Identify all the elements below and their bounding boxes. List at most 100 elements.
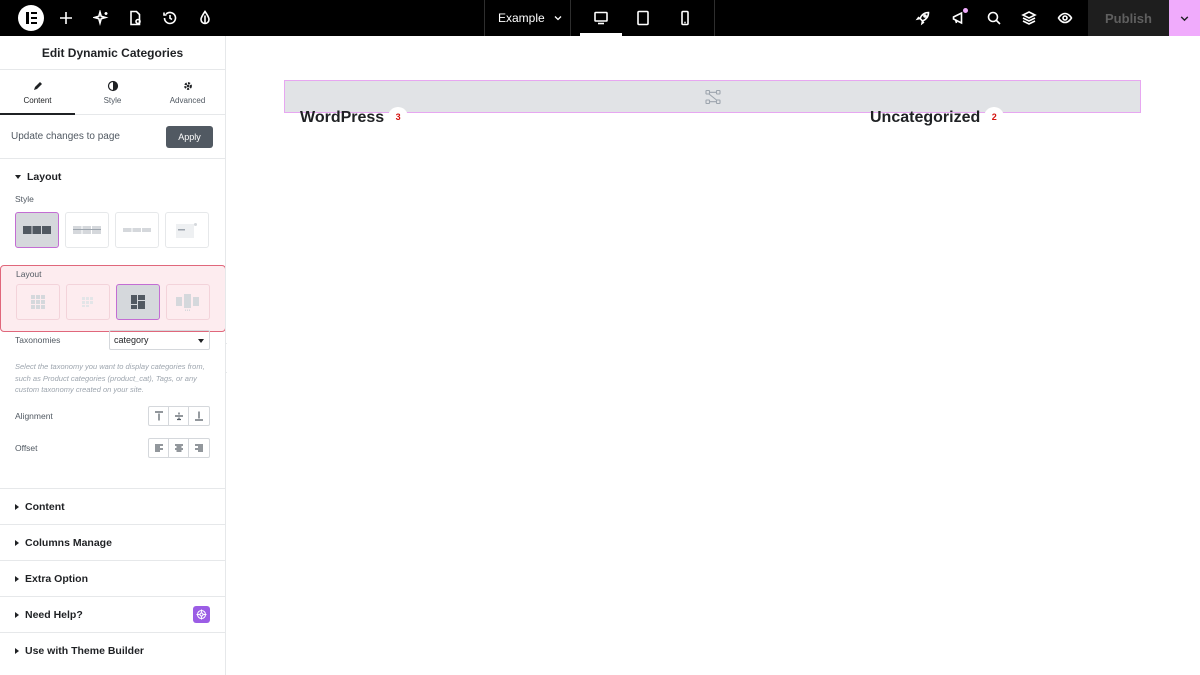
offset-buttons [148,438,210,458]
caret-right-icon [15,647,19,654]
text-align-center-icon [174,444,183,452]
panel-tabs: Content Style Advanced [0,70,225,115]
caret-right-icon [15,503,19,510]
alignment-label: Alignment [15,411,53,421]
widget-placeholder[interactable] [284,80,1141,113]
style-preview-icon [123,228,151,232]
category-name: Uncategorized [870,109,981,126]
tab-content-label: Content [23,95,52,105]
section-title: Columns Manage [25,536,112,549]
gear-icon [183,81,192,90]
ai-sparkle-icon[interactable] [91,8,111,28]
caret-right-icon [15,539,19,546]
tablet-device-icon[interactable] [633,8,653,28]
editor-panel: Edit Dynamic Categories Content Style Ad… [0,36,226,675]
compact-grid-layout-icon [82,297,93,307]
align-bottom-button[interactable] [189,407,209,425]
caret-right-icon [15,575,19,582]
section-columns-manage-header[interactable]: Columns Manage [0,524,225,560]
desktop-device-icon[interactable] [591,8,611,28]
caret-right-icon [15,611,19,618]
page-selector[interactable]: Example [498,0,563,36]
masonry-layout-icon [131,295,145,309]
layout-option-grid[interactable] [16,284,60,320]
help-support-icon[interactable] [193,606,210,623]
publish-button[interactable]: Publish [1088,0,1169,36]
layout-option-carousel[interactable] [166,284,210,320]
layout-control-highlight: Layout [0,265,225,332]
apply-button[interactable]: Apply [166,125,213,148]
panel-title: Edit Dynamic Categories [0,36,225,70]
taxonomy-help-text: Select the taxonomy you want to display … [15,362,205,394]
editor-canvas[interactable] [227,36,1200,675]
section-title: Content [25,500,65,513]
search-icon[interactable] [984,8,1004,28]
align-middle-icon [174,412,183,421]
taxonomies-row: Taxonomies category [15,330,210,350]
carousel-layout-icon [176,294,199,311]
offset-center-button[interactable] [169,439,189,457]
offset-left-button[interactable] [149,439,169,457]
layout-option-masonry[interactable] [116,284,160,320]
style-option-2[interactable] [65,212,109,248]
offset-row: Offset [15,438,210,458]
divider [484,0,485,36]
update-changes-row: Update changes to page Apply [0,115,225,159]
layers-icon[interactable] [1019,8,1039,28]
style-option-1[interactable] [15,212,59,248]
section-extra-option-header[interactable]: Extra Option [0,560,225,596]
elementor-logo-icon[interactable] [18,5,44,31]
style-option-4[interactable] [165,212,209,248]
section-theme-builder-header[interactable]: Use with Theme Builder [0,632,225,668]
add-element-icon[interactable] [56,8,76,28]
align-top-button[interactable] [149,407,169,425]
category-item[interactable]: Uncategorized 2 [870,107,1005,128]
section-need-help-header[interactable]: Need Help? [0,596,225,632]
style-preview-icon [73,226,101,234]
taxonomy-select[interactable]: category [109,330,210,350]
mobile-device-icon[interactable] [675,8,695,28]
tab-advanced-label: Advanced [169,95,206,105]
tab-advanced[interactable]: Advanced [150,70,225,114]
layout-option-compact-grid[interactable] [66,284,110,320]
half-circle-icon [107,80,118,91]
rocket-icon[interactable] [913,8,933,28]
top-bar: Example Publish [0,0,1200,36]
pencil-icon [33,81,42,90]
site-settings-drop-icon[interactable] [195,8,215,28]
chevron-down-icon [1180,15,1189,21]
grid-layout-icon [31,295,45,309]
alignment-row: Alignment [15,406,210,426]
offset-right-button[interactable] [189,439,209,457]
style-preview-icon [23,226,51,234]
tab-style[interactable]: Style [75,70,150,114]
page-name: Example [498,11,545,25]
section-title: Use with Theme Builder [25,644,145,657]
category-name: WordPress [300,109,385,126]
tab-content[interactable]: Content [0,70,75,115]
layout-label: Layout [16,269,42,279]
style-label: Style [15,194,34,204]
notifications-megaphone-icon[interactable] [949,8,969,28]
section-title: Extra Option [25,572,89,585]
category-count-badge: 3 [388,107,409,127]
preview-eye-icon[interactable] [1055,8,1075,28]
style-option-3[interactable] [115,212,159,248]
chevron-down-icon [554,16,562,21]
section-content-header[interactable]: Content [0,488,225,524]
category-count-badge: 2 [984,107,1005,127]
caret-down-icon [15,175,21,179]
page-settings-icon[interactable] [125,8,145,28]
history-icon[interactable] [160,8,180,28]
text-align-right-icon [195,444,203,452]
publish-options-button[interactable] [1169,0,1200,36]
text-align-left-icon [154,444,163,452]
style-preview-icon [176,223,197,238]
align-middle-button[interactable] [169,407,189,425]
tab-style-label: Style [103,95,122,105]
dynamic-categories-widget-icon [704,89,721,104]
section-layout-title: Layout [27,171,62,183]
category-item[interactable]: WordPress 3 [300,107,409,128]
section-layout-header[interactable]: Layout [0,159,225,195]
taxonomies-label: Taxonomies [15,335,61,345]
